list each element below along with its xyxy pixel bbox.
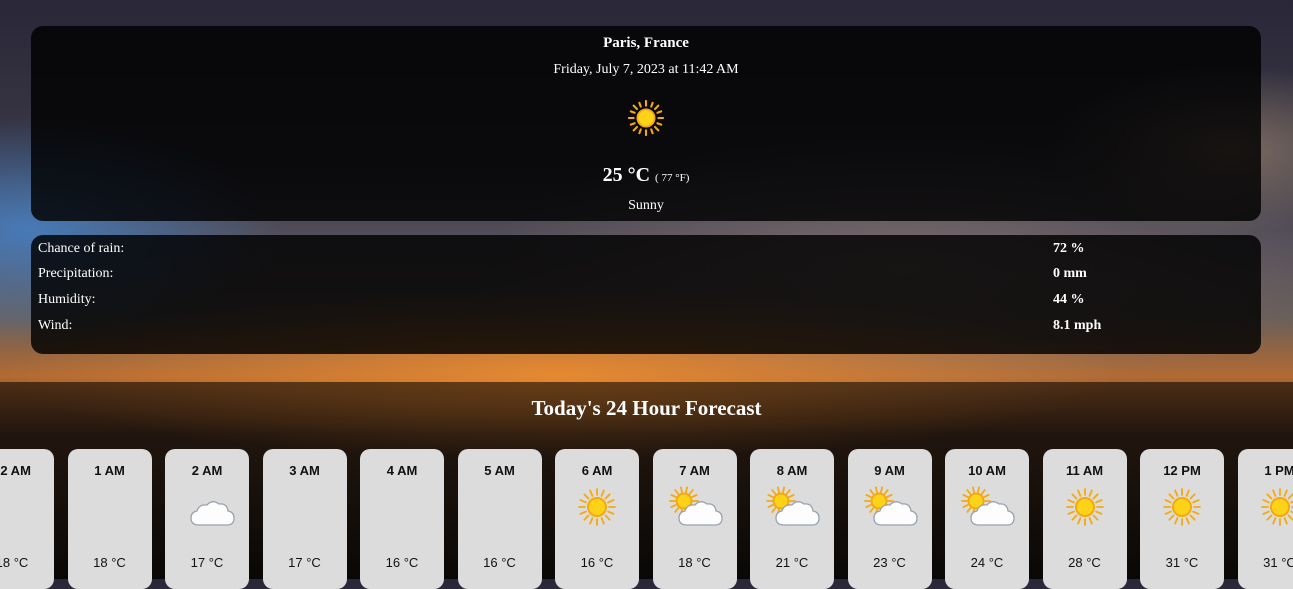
hour-temperature: 16 °C bbox=[458, 555, 542, 570]
hour-temperature: 23 °C bbox=[848, 555, 932, 570]
hour-card: 6 AM 16 °C bbox=[555, 449, 639, 589]
precipitation-label: Precipitation: bbox=[38, 266, 113, 282]
hour-time: 7 AM bbox=[653, 463, 737, 478]
hour-card: 4 AM 16 °C bbox=[360, 449, 444, 589]
humidity-label: Humidity: bbox=[38, 292, 96, 308]
moon-icon bbox=[372, 485, 432, 529]
sun-icon bbox=[567, 485, 627, 529]
hour-time: 4 AM bbox=[360, 463, 444, 478]
hour-temperature: 18 °C bbox=[653, 555, 737, 570]
hour-temperature: 21 °C bbox=[750, 555, 834, 570]
hour-time: 12 PM bbox=[1140, 463, 1224, 478]
hour-temperature: 24 °C bbox=[945, 555, 1029, 570]
sun-icon bbox=[1250, 485, 1293, 529]
hour-time: 12 AM bbox=[0, 463, 54, 478]
hour-card: 12 AM 18 °C bbox=[0, 449, 54, 589]
sun-icon bbox=[1152, 485, 1212, 529]
hour-card: 3 AM 17 °C bbox=[263, 449, 347, 589]
hour-time: 1 AM bbox=[68, 463, 152, 478]
hour-temperature: 18 °C bbox=[68, 555, 152, 570]
weather-details-card: Chance of rain: 72 % Precipitation: 0 mm… bbox=[31, 235, 1261, 354]
hour-temperature: 16 °C bbox=[555, 555, 639, 570]
detail-row-wind: Wind: 8.1 mph bbox=[38, 318, 1261, 338]
moon-icon bbox=[0, 485, 42, 529]
current-weather-card: Paris, France Friday, July 7, 2023 at 11… bbox=[31, 26, 1261, 221]
sun-cloud-icon bbox=[957, 485, 1017, 529]
current-temperature: 25 °C ( 77 °F) bbox=[31, 164, 1261, 187]
hour-temperature: 17 °C bbox=[165, 555, 249, 570]
sun-cloud-icon bbox=[762, 485, 822, 529]
hour-time: 11 AM bbox=[1043, 463, 1127, 478]
hour-card: 11 AM 28 °C bbox=[1043, 449, 1127, 589]
hour-temperature: 31 °C bbox=[1140, 555, 1224, 570]
detail-row-precipitation: Precipitation: 0 mm bbox=[38, 266, 1261, 286]
hour-temperature: 31 °C bbox=[1238, 555, 1293, 570]
moon-icon bbox=[80, 485, 140, 529]
hour-card: 1 PM 31 °C bbox=[1238, 449, 1293, 589]
condition-text: Sunny bbox=[31, 198, 1261, 214]
hour-card: 5 AM 16 °C bbox=[458, 449, 542, 589]
sun-icon bbox=[627, 99, 665, 137]
hour-temperature: 16 °C bbox=[360, 555, 444, 570]
hour-temperature: 18 °C bbox=[0, 555, 54, 570]
temperature-fahrenheit: ( 77 °F) bbox=[655, 172, 689, 184]
hour-time: 1 PM bbox=[1238, 463, 1293, 478]
sun-cloud-icon bbox=[665, 485, 725, 529]
hour-card: 2 AM 17 °C bbox=[165, 449, 249, 589]
rain-label: Chance of rain: bbox=[38, 241, 124, 257]
hour-time: 9 AM bbox=[848, 463, 932, 478]
hour-time: 10 AM bbox=[945, 463, 1029, 478]
hour-temperature: 28 °C bbox=[1043, 555, 1127, 570]
hour-card: 10 AM 24 °C bbox=[945, 449, 1029, 589]
hour-time: 3 AM bbox=[263, 463, 347, 478]
hour-time: 5 AM bbox=[458, 463, 542, 478]
location-title: Paris, France bbox=[31, 35, 1261, 52]
hour-card: 1 AM 18 °C bbox=[68, 449, 152, 589]
moon-cloud-icon bbox=[177, 485, 237, 529]
hour-time: 2 AM bbox=[165, 463, 249, 478]
humidity-value: 44 % bbox=[1053, 292, 1085, 308]
moon-icon bbox=[470, 485, 530, 529]
rain-value: 72 % bbox=[1053, 241, 1085, 257]
moon-icon bbox=[275, 485, 335, 529]
precipitation-value: 0 mm bbox=[1053, 266, 1087, 282]
hour-temperature: 17 °C bbox=[263, 555, 347, 570]
sun-cloud-icon bbox=[860, 485, 920, 529]
forecast-title: Today's 24 Hour Forecast bbox=[0, 396, 1293, 421]
wind-value: 8.1 mph bbox=[1053, 318, 1101, 334]
temperature-celsius: 25 °C bbox=[603, 164, 650, 186]
hour-card: 9 AM 23 °C bbox=[848, 449, 932, 589]
sun-icon bbox=[1055, 485, 1115, 529]
hour-time: 8 AM bbox=[750, 463, 834, 478]
date-time: Friday, July 7, 2023 at 11:42 AM bbox=[31, 62, 1261, 78]
detail-row-humidity: Humidity: 44 % bbox=[38, 292, 1261, 312]
hour-card: 8 AM 21 °C bbox=[750, 449, 834, 589]
hour-time: 6 AM bbox=[555, 463, 639, 478]
hour-card: 7 AM 18 °C bbox=[653, 449, 737, 589]
hour-card: 12 PM 31 °C bbox=[1140, 449, 1224, 589]
wind-label: Wind: bbox=[38, 318, 72, 334]
detail-row-rain: Chance of rain: 72 % bbox=[38, 241, 1261, 261]
